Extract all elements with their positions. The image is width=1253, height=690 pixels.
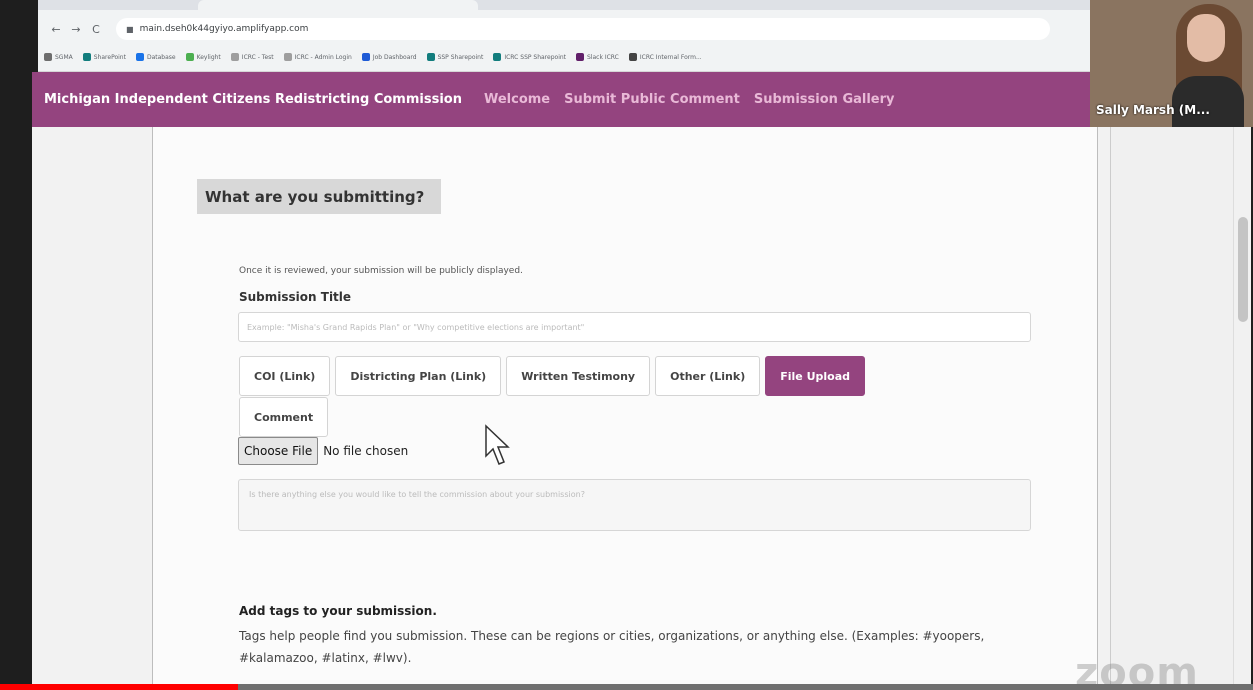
bookmark-item[interactable]: SGMA (44, 53, 73, 61)
bookmark-item[interactable]: Slack ICRC (576, 53, 619, 61)
tags-help-text: Tags help people find you submission. Th… (239, 629, 985, 665)
bookmark-item[interactable]: SharePoint (82, 53, 126, 61)
lock-icon: ■ (126, 24, 134, 34)
bookmark-label: ICRC - Test (241, 53, 274, 61)
submission-type-tabs: COI (Link) Districting Plan (Link) Written… (239, 356, 959, 438)
bookmark-item[interactable]: ICRC - Test (230, 53, 274, 61)
bookmark-label: Job Dashboard (372, 53, 417, 61)
review-notice: Once it is reviewed, your submission wil… (239, 266, 523, 276)
bookmark-favicon-icon (283, 53, 292, 61)
app-title[interactable]: Michigan Independent Citizens Redistrict… (44, 92, 462, 107)
submission-form-card: What are you submitting? Once it is revi… (152, 127, 1098, 690)
bookmark-item[interactable]: ICRC SSP Sharepoint (493, 53, 566, 61)
bookmark-favicon-icon (185, 53, 194, 61)
page-background: What are you submitting? Once it is revi… (32, 127, 1110, 690)
section-heading: What are you submitting? (197, 179, 441, 214)
nav-welcome[interactable]: Welcome (484, 92, 550, 107)
nav-submission-gallery[interactable]: Submission Gallery (754, 92, 895, 107)
bookmark-favicon-icon (230, 53, 239, 61)
tab-file-upload[interactable]: File Upload (765, 356, 866, 396)
bookmark-label: ICRC SSP Sharepoint (504, 53, 567, 61)
browser-chrome: ← → C ■ main.dseh0k44gyiyo.amplifyapp.co… (38, 0, 1090, 72)
bookmark-item[interactable]: SSP Sharepoint (426, 53, 484, 61)
back-icon[interactable]: ← (46, 23, 66, 36)
bookmark-label: Slack ICRC (587, 53, 619, 61)
bookmark-item[interactable]: Keylight (185, 53, 221, 61)
participant-face (1187, 14, 1225, 62)
nav-submit-public-comment[interactable]: Submit Public Comment (564, 92, 740, 107)
bookmark-item[interactable]: Job Dashboard (361, 53, 417, 61)
bookmark-item[interactable]: ICRC - Admin Login (283, 53, 352, 61)
submission-title-label: Submission Title (239, 290, 352, 304)
comment-textarea[interactable]: Is there anything else you would like to… (238, 479, 1031, 531)
choose-file-button[interactable]: Choose File (238, 437, 319, 465)
bookmark-favicon-icon (493, 53, 502, 61)
tab-districting-plan-link[interactable]: Districting Plan (Link) (335, 356, 502, 396)
mouse-cursor-icon (485, 424, 510, 465)
bookmark-label: SGMA (55, 53, 73, 61)
tags-heading: Add tags to your submission. (239, 604, 437, 618)
tab-comment[interactable]: Comment (239, 397, 329, 437)
url-text: main.dseh0k44gyiyo.amplifyapp.com (139, 24, 309, 34)
bookmark-favicon-icon (628, 53, 637, 61)
participant-body (1172, 76, 1244, 127)
bookmark-favicon-icon (82, 53, 91, 61)
scrollbar[interactable] (1233, 127, 1251, 690)
playback-progress-fill (0, 684, 239, 690)
bookmark-favicon-icon (361, 53, 370, 61)
bookmark-item[interactable]: ICRC Internal Form... (628, 53, 702, 61)
bookmark-label: SSP Sharepoint (437, 53, 484, 61)
reload-icon[interactable]: C (86, 23, 106, 36)
bookmark-favicon-icon (576, 53, 585, 61)
app-header: Michigan Independent Citizens Redistrict… (32, 72, 1090, 127)
address-bar-row: ← → C ■ main.dseh0k44gyiyo.amplifyapp.co… (38, 14, 1090, 44)
bookmark-item[interactable]: Database (135, 53, 176, 61)
bookmark-favicon-icon (135, 53, 144, 61)
scrollbar-thumb[interactable] (1238, 217, 1248, 322)
bookmark-favicon-icon (44, 53, 52, 61)
video-tile[interactable]: Sally Marsh (M... (1090, 0, 1253, 127)
bookmark-label: SharePoint (93, 53, 126, 61)
no-file-chosen-text: No file chosen (323, 444, 409, 458)
bookmark-favicon-icon (426, 53, 435, 61)
url-field[interactable]: ■ main.dseh0k44gyiyo.amplifyapp.com (116, 18, 1050, 40)
bookmarks-bar: SGMA SharePoint Database Keylight ICRC - Tes… (38, 47, 1090, 67)
browser-tab[interactable] (198, 0, 478, 10)
bookmark-label: Database (146, 53, 176, 61)
tab-strip (38, 0, 1090, 10)
tab-written-testimony[interactable]: Written Testimony (506, 356, 651, 396)
bookmark-label: ICRC Internal Form... (639, 53, 702, 61)
forward-icon[interactable]: → (66, 23, 86, 36)
bookmark-label: Keylight (196, 53, 221, 61)
left-dark-margin (0, 0, 32, 690)
right-page-area (1110, 127, 1233, 690)
tab-other-link[interactable]: Other (Link) (655, 356, 761, 396)
tab-coi-link[interactable]: COI (Link) (239, 356, 331, 396)
file-upload-row: Choose File No file chosen (238, 437, 408, 465)
bookmark-label: ICRC - Admin Login (294, 53, 352, 61)
participant-name: Sally Marsh (M... (1096, 103, 1210, 117)
submission-title-input[interactable]: Example: "Misha's Grand Rapids Plan" or … (238, 312, 1031, 342)
